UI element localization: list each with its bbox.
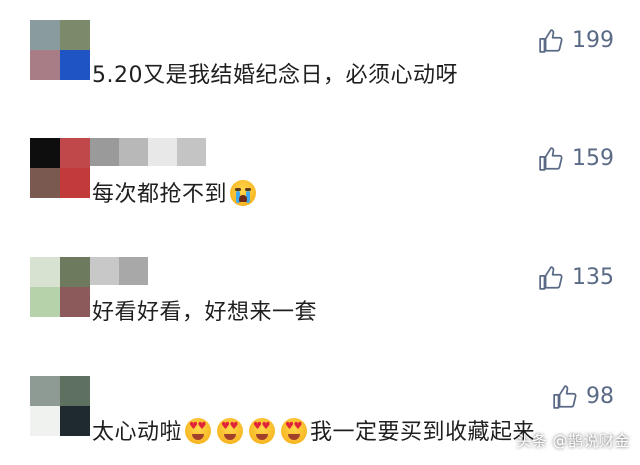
watermark: 头条 @鹊说财金 [516,432,630,450]
comment-text: 每次都抢不到 [92,180,259,209]
avatar[interactable] [30,138,90,198]
username-blurred [90,257,148,285]
heart-eyes-emoji [249,418,276,444]
comment-text-body: 每次都抢不到 [92,182,228,207]
like-count: 135 [572,265,614,290]
like-button[interactable]: 98 [552,384,614,410]
heart-eyes-emoji [185,418,212,444]
username-blurred [90,138,208,166]
thumbs-up-icon [553,385,577,409]
like-button[interactable]: 199 [538,28,614,54]
like-count: 159 [572,146,614,171]
avatar[interactable] [30,257,90,317]
like-count: 98 [586,384,614,409]
comment-text: 5.20又是我结婚纪念日，必须心动呀 [92,63,458,88]
crying-face-emoji [230,180,257,206]
like-count: 199 [572,28,614,53]
comment-text-tail: 我一定要买到收藏起来 [310,420,536,445]
thumbs-up-icon [539,147,563,171]
comment-text: 太心动啦 我一定要买到收藏起来 [92,418,535,447]
like-button[interactable]: 135 [538,265,614,291]
comment-text-body: 太心动啦 [92,420,183,445]
comment-text: 好看好看，好想来一套 [92,300,318,325]
heart-eyes-emoji [281,418,308,444]
avatar[interactable] [30,20,90,80]
like-button[interactable]: 159 [538,146,614,172]
avatar[interactable] [30,376,90,436]
heart-eyes-emoji [217,418,244,444]
thumbs-up-icon [539,29,563,53]
thumbs-up-icon [539,266,563,290]
